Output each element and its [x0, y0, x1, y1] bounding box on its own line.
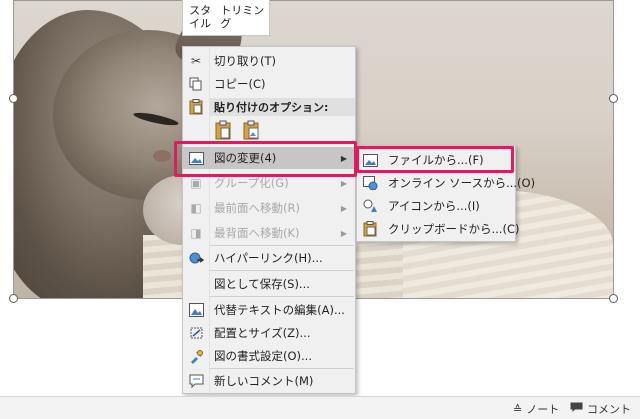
trim-button[interactable]: トリミング	[217, 0, 269, 35]
notes-icon: ≙	[513, 402, 523, 416]
mini-toolbar: スタイル トリミング	[182, 0, 270, 36]
hyperlink-icon	[188, 250, 204, 266]
group-icon: ▣	[190, 176, 202, 190]
comments-label: コメント	[587, 403, 631, 416]
bring-front-icon: ◧	[190, 201, 202, 215]
submenu-arrow-icon: ▶	[340, 203, 347, 213]
scissors-icon: ✂	[190, 54, 202, 68]
menu-item-label: 配置とサイズ(Z)...	[214, 326, 311, 340]
menu-item-hyperlink[interactable]: ハイパーリンク(H)...	[183, 247, 355, 269]
menu-item-label: 図の書式設定(O)...	[214, 349, 312, 363]
highlight-box-change-picture	[174, 141, 357, 177]
online-source-icon	[362, 175, 378, 191]
menu-item-label: クリップボードから...(C)	[388, 222, 520, 236]
menu-separator	[210, 245, 354, 246]
menu-item-new-comment[interactable]: 新しいコメント(M)	[183, 370, 355, 392]
style-button[interactable]: スタイル	[183, 0, 217, 35]
submenu-arrow-icon: ▶	[340, 228, 347, 238]
menu-item-label: 新しいコメント(M)	[214, 374, 314, 388]
menu-item-copy[interactable]: コピー(C)	[183, 73, 355, 95]
resize-handle-right[interactable]	[609, 94, 618, 103]
menu-item-save-as-picture[interactable]: 図として保存(S)...	[183, 273, 355, 295]
copy-icon	[188, 76, 204, 92]
menu-item-size-position[interactable]: 配置とサイズ(Z)...	[183, 322, 355, 344]
new-comment-icon	[188, 373, 204, 389]
resize-handle-bottom-left[interactable]	[9, 294, 18, 303]
resize-handle-left[interactable]	[9, 94, 18, 103]
from-icons-icon	[362, 198, 378, 214]
highlight-box-from-file	[356, 146, 514, 173]
from-clipboard-icon	[362, 221, 378, 237]
paste-options-label: 貼り付けのオプション:	[209, 98, 355, 116]
context-menu: ✂ 切り取り(T) コピー(C) 貼り付けのオプション: 図の変更(4) ▶ ▣…	[182, 46, 356, 394]
format-picture-icon	[188, 348, 204, 364]
menu-item-send-back[interactable]: ◨ 最背面へ移動(K) ▶	[183, 222, 355, 244]
menu-item-label: 切り取り(T)	[214, 54, 276, 68]
comment-icon	[570, 402, 583, 416]
menu-item-label: ハイパーリンク(H)...	[214, 251, 323, 265]
submenu-item-from-clipboard[interactable]: クリップボードから...(C)	[357, 218, 519, 240]
notes-label: ノート	[526, 403, 560, 416]
menu-item-label: オンライン ソースから...(O)	[388, 176, 536, 190]
submenu-item-online-source[interactable]: オンライン ソースから...(O)	[357, 172, 535, 194]
notes-button[interactable]: ≙ ノート	[513, 401, 559, 417]
menu-separator	[210, 296, 354, 297]
menu-item-bring-front[interactable]: ◧ 最前面へ移動(R) ▶	[183, 197, 355, 219]
submenu-arrow-icon: ▶	[340, 178, 347, 188]
paste-icon	[188, 99, 204, 115]
menu-item-cut[interactable]: ✂ 切り取り(T)	[183, 50, 355, 72]
send-back-icon: ◨	[190, 226, 202, 240]
menu-item-label: 最前面へ移動(R)	[214, 201, 300, 215]
paste-keep-icon[interactable]	[215, 120, 233, 140]
menu-item-label: グループ化(G)	[214, 176, 289, 190]
size-position-icon	[188, 325, 204, 341]
menu-item-label: 図として保存(S)...	[214, 277, 310, 291]
menu-separator	[210, 368, 354, 369]
alt-text-icon	[188, 302, 204, 318]
menu-item-label: コピー(C)	[214, 77, 266, 91]
paste-picture-icon[interactable]	[243, 120, 261, 140]
menu-item-label: 代替テキストの編集(A)...	[214, 303, 345, 317]
menu-item-label: 最背面へ移動(K)	[214, 226, 300, 240]
menu-item-format-picture[interactable]: 図の書式設定(O)...	[183, 345, 355, 367]
menu-item-edit-alt-text[interactable]: 代替テキストの編集(A)...	[183, 299, 355, 321]
submenu-item-from-icons[interactable]: アイコンから...(I)	[357, 195, 515, 217]
comments-button[interactable]: コメント	[570, 401, 631, 417]
menu-separator	[210, 270, 354, 271]
resize-handle-bottom-right[interactable]	[609, 294, 618, 303]
status-bar: ≙ ノート コメント	[0, 396, 640, 419]
menu-item-label: アイコンから...(I)	[388, 199, 480, 213]
